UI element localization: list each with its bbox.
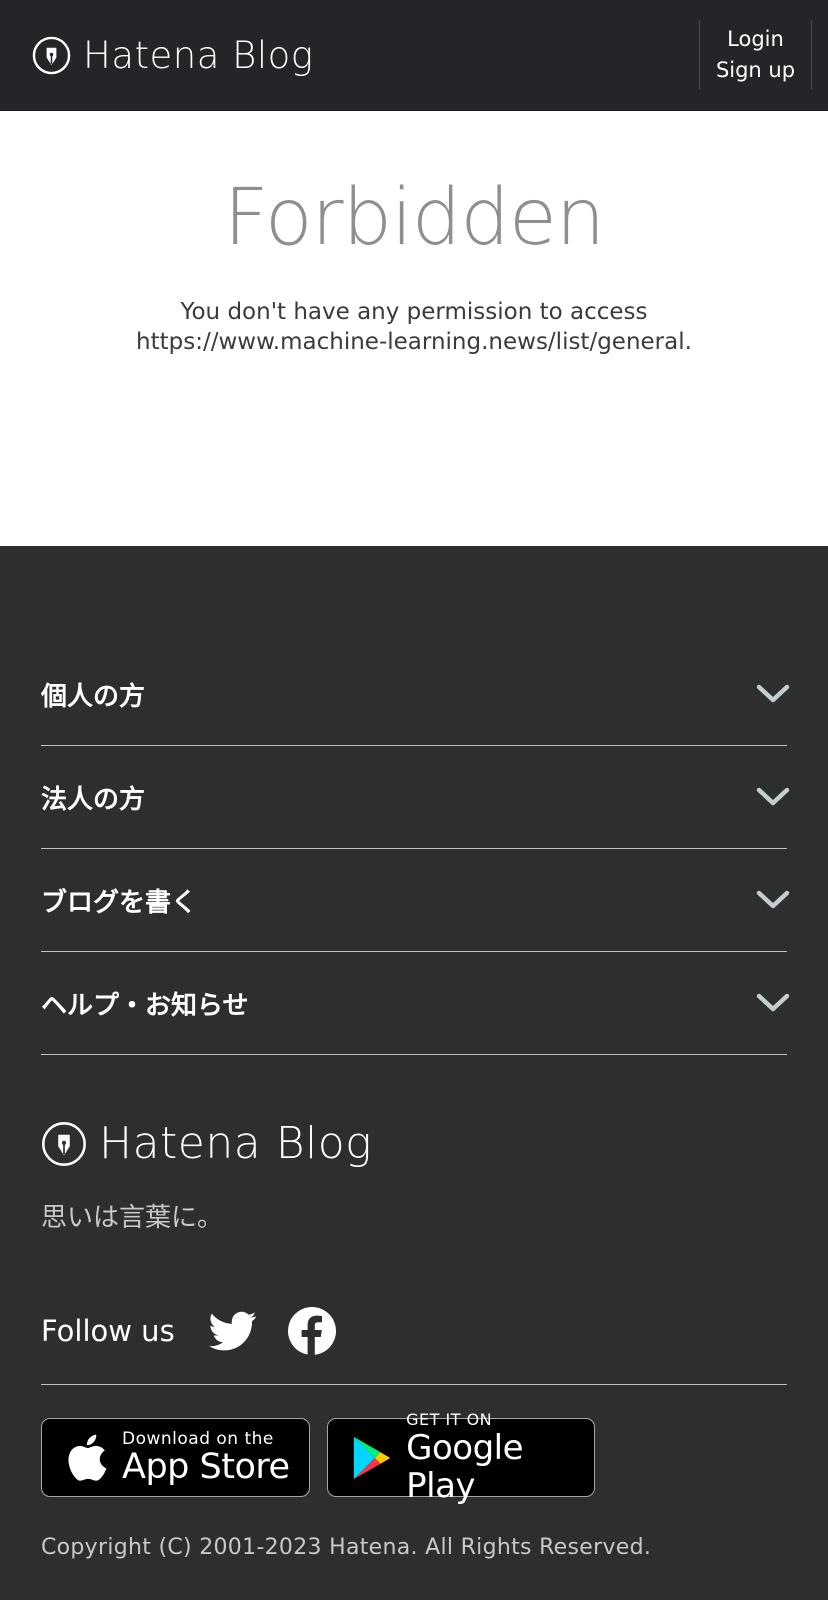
brand-name: Hatena Blog: [83, 33, 314, 77]
header-logo[interactable]: Hatena Blog: [32, 34, 314, 77]
copyright-text: Copyright (C) 2001-2023 Hatena. All Righ…: [41, 1535, 652, 1560]
app-store-text: Download on the App Store: [122, 1430, 290, 1486]
error-title: Forbidden: [223, 173, 606, 263]
hatena-pen-icon: [32, 36, 71, 74]
footer-tagline: 思いは言葉に。: [41, 1203, 224, 1233]
signup-link[interactable]: Sign up: [716, 55, 795, 86]
twitter-icon[interactable]: [208, 1307, 257, 1355]
error-content: Forbidden You don't have any permission …: [0, 111, 828, 546]
error-message: You don't have any permission to access …: [0, 297, 828, 357]
google-play-badge[interactable]: GET IT ON Google Play: [327, 1410, 595, 1505]
google-play-icon: [353, 1436, 391, 1479]
footer-logo[interactable]: Hatena Blog: [41, 1118, 787, 1169]
accordion-label: 法人の方: [41, 784, 146, 815]
app-store-small: Download on the: [122, 1428, 274, 1449]
google-play-big: Google Play: [406, 1427, 524, 1506]
hatena-pen-icon: [42, 1121, 86, 1166]
chevron-down-icon: [756, 890, 790, 909]
app-store-big: App Store: [122, 1446, 290, 1487]
footer-brand-name: Hatena Blog: [99, 1118, 373, 1169]
google-play-small: GET IT ON: [406, 1409, 493, 1429]
site-footer: 個人の方 法人の方 ブログを書く ヘルプ・お知らせ Hatena Blog 思い…: [0, 546, 828, 1560]
error-message-line1: You don't have any permission to access: [180, 299, 648, 325]
chevron-down-icon: [756, 993, 790, 1012]
accordion-label: 個人の方: [41, 681, 146, 712]
google-play-text: GET IT ON Google Play: [406, 1409, 594, 1506]
chevron-down-icon: [756, 787, 790, 806]
accordion-item-corporate[interactable]: 法人の方: [41, 746, 790, 849]
accordion-item-help-news[interactable]: ヘルプ・お知らせ: [41, 952, 790, 1055]
facebook-icon[interactable]: [287, 1307, 336, 1355]
follow-us-label: Follow us: [41, 1314, 175, 1348]
chevron-down-icon: [756, 684, 790, 703]
app-store-badge[interactable]: Download on the App Store: [41, 1418, 310, 1497]
footer-accordion: 個人の方 法人の方 ブログを書く ヘルプ・お知らせ: [41, 643, 790, 1055]
auth-links: Login Sign up: [699, 20, 812, 90]
app-badges: Download on the App Store GET IT ON Goog…: [41, 1410, 787, 1505]
footer-divider: [41, 1384, 787, 1385]
accordion-label: ブログを書く: [41, 887, 198, 918]
accordion-label: ヘルプ・お知らせ: [41, 990, 249, 1021]
accordion-item-write-blog[interactable]: ブログを書く: [41, 849, 790, 952]
login-link[interactable]: Login: [727, 24, 784, 55]
error-message-url: https://www.machine-learning.news/list/g…: [136, 329, 692, 355]
accordion-item-individuals[interactable]: 個人の方: [41, 643, 790, 746]
follow-us: Follow us: [41, 1306, 787, 1356]
site-header: Hatena Blog Login Sign up: [0, 0, 828, 111]
apple-icon: [68, 1434, 107, 1481]
